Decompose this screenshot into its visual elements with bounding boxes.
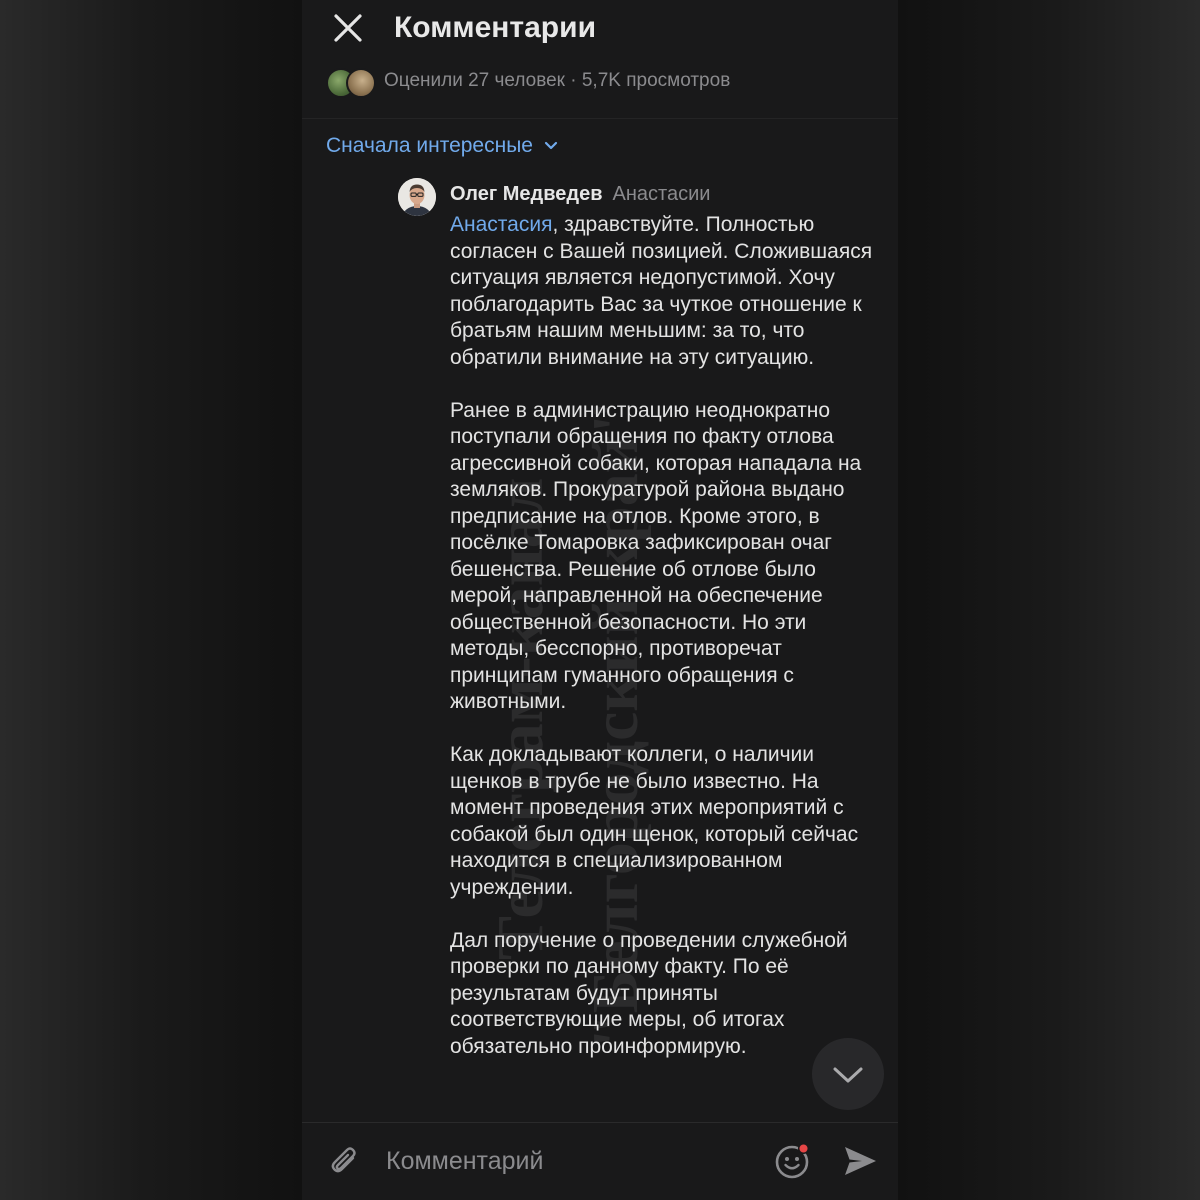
- avatar[interactable]: [398, 178, 436, 216]
- comment-body: Анастасия, здравствуйте. Полностью согла…: [450, 212, 880, 1087]
- send-icon[interactable]: [840, 1141, 880, 1181]
- scroll-down-button[interactable]: [812, 1038, 884, 1110]
- reactor-avatar: [346, 68, 376, 98]
- chevron-down-icon: [833, 1067, 863, 1083]
- comment-input[interactable]: [386, 1141, 746, 1181]
- reply-to[interactable]: Анастасии: [613, 183, 711, 205]
- paperclip-icon[interactable]: [326, 1143, 364, 1181]
- mention-link[interactable]: Анастасия: [450, 213, 552, 236]
- comment-text: , здравствуйте. Полностью согласен с Ваш…: [450, 213, 873, 369]
- page-title: Комментарии: [394, 11, 597, 44]
- comment-paragraph: Анастасия, здравствуйте. Полностью согла…: [450, 212, 880, 371]
- reactor-avatars: [326, 67, 376, 98]
- close-icon[interactable]: [330, 10, 366, 46]
- emoji-icon[interactable]: [772, 1141, 812, 1181]
- sort-label: Сначала интересные: [326, 134, 533, 157]
- header: Комментарии Оценили 27 человек · 5,7K пр…: [302, 0, 898, 119]
- comment-author[interactable]: Олег Медведев: [450, 183, 603, 205]
- sort-dropdown[interactable]: Сначала интересные: [326, 134, 559, 158]
- comments-screen: Телеграм-канал "Белгородский край" Комме…: [302, 0, 898, 1200]
- comment-paragraph: Ранее в администрацию неоднократно посту…: [450, 398, 862, 714]
- comment-paragraph: Как докладывают коллеги, о наличии щенко…: [450, 743, 859, 899]
- comment-composer: [302, 1122, 898, 1200]
- stats-text: Оценили 27 человек · 5,7K просмотров: [384, 70, 731, 91]
- chevron-down-icon: [544, 141, 558, 150]
- comment-header: Олег Медведев Анастасии: [450, 180, 710, 208]
- reactions-stats[interactable]: Оценили 27 человек · 5,7K просмотров: [326, 66, 731, 98]
